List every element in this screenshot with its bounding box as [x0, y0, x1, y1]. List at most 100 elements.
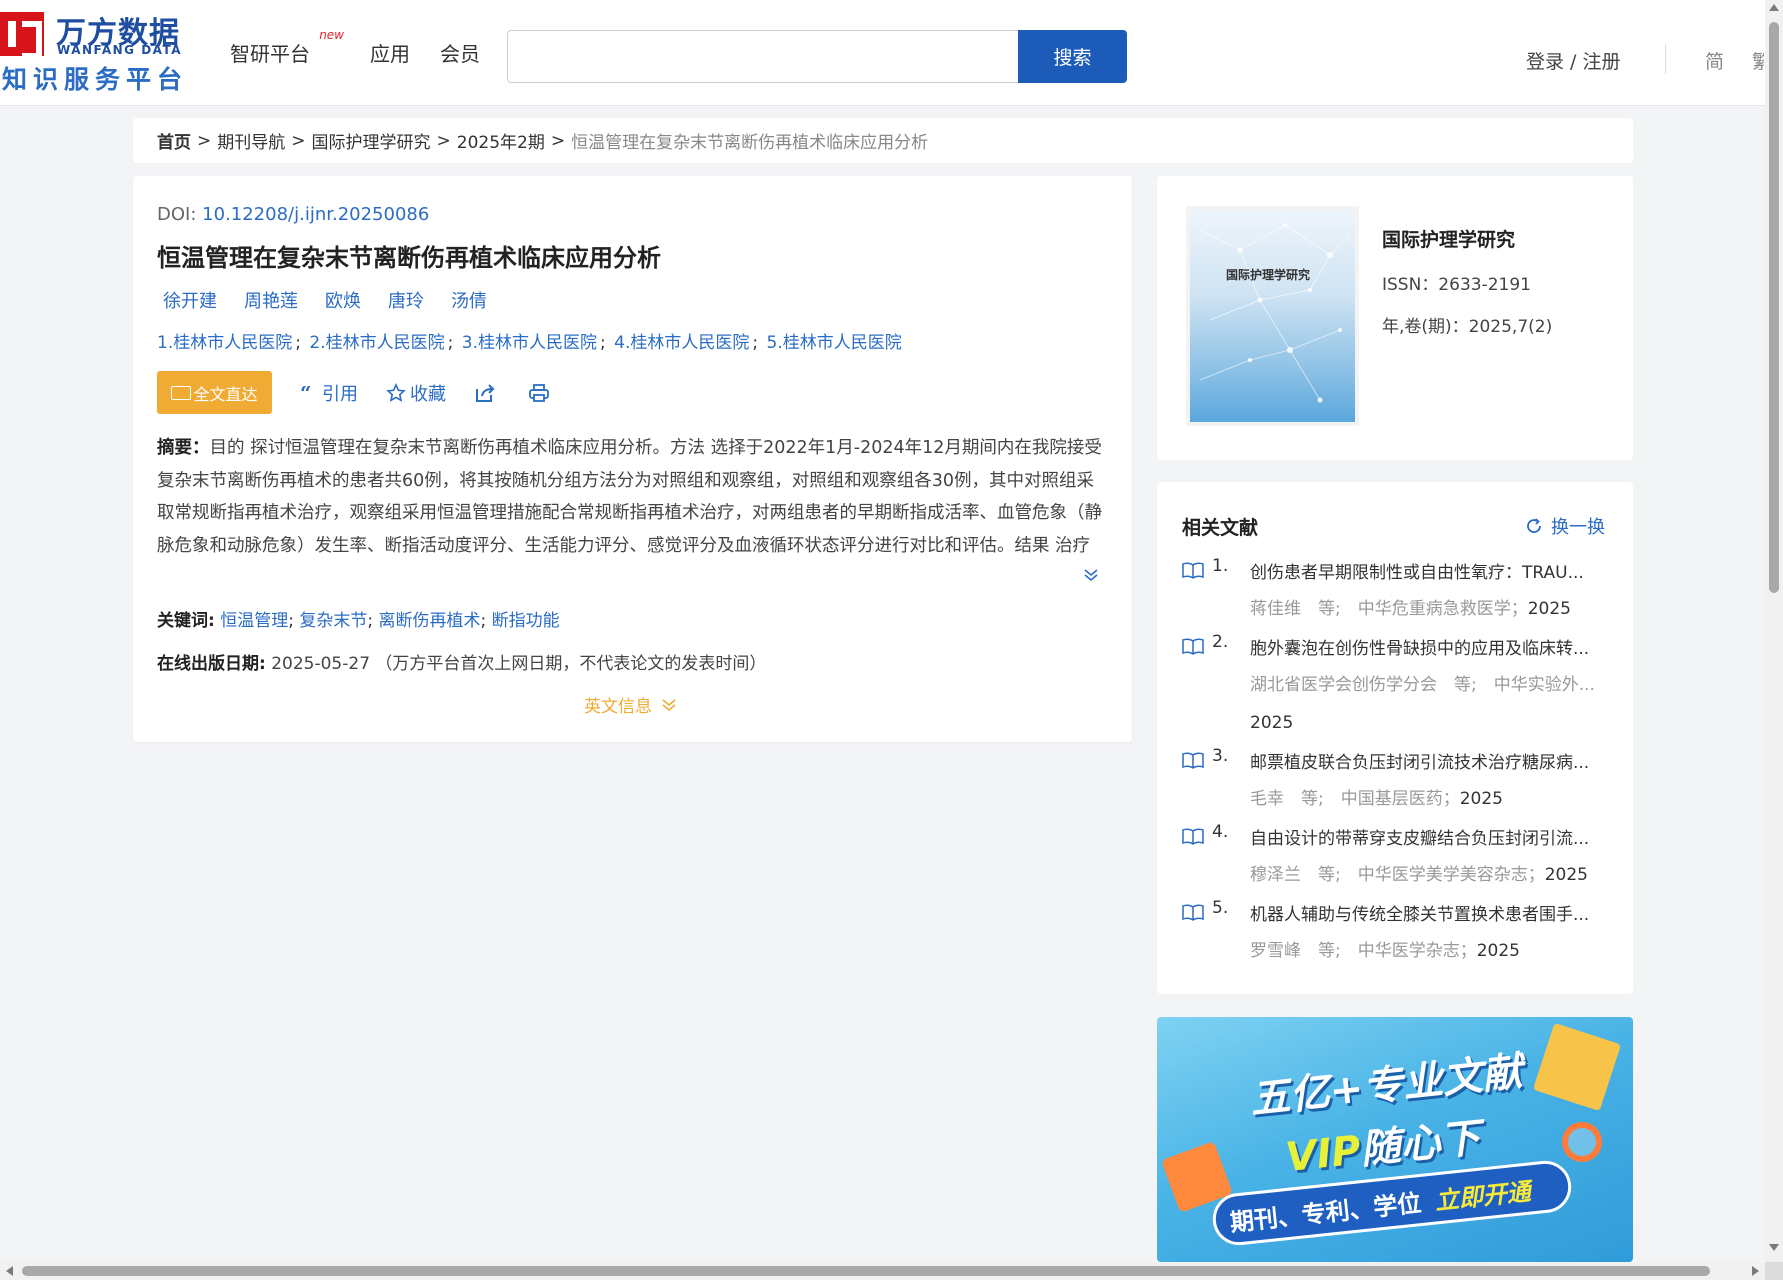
abstract: 摘要：目的 探讨恒温管理在复杂末节离断伤再植术临床应用分析。方法 选择于2022… — [157, 432, 1109, 562]
cover-title: 国际护理学研究 — [1226, 268, 1311, 282]
ad-open-label: 立即开通 — [1433, 1177, 1532, 1215]
affiliation-link[interactable]: 1.桂林市人民医院 — [157, 333, 292, 353]
affiliation-separator: ; — [295, 333, 301, 353]
breadcrumb-separator: > — [197, 130, 212, 151]
cite-button[interactable]: “ 引用 — [300, 380, 358, 406]
logo-subtitle: 知识服务平台 — [2, 65, 189, 94]
refresh-label: 换一换 — [1551, 517, 1605, 538]
journal-card: 国际护理学研究 国际护理学研究 ISSN：2633-2191 年,卷(期)：20… — [1157, 176, 1633, 460]
login-register-link[interactable]: 登录 / 注册 — [1526, 47, 1620, 74]
keyword-link[interactable]: 断指功能 — [492, 611, 560, 631]
affiliation-separator: ; — [752, 333, 759, 353]
related-item-meta: 穆泽兰 等; 中华医学美学美容杂志；2025 — [1250, 856, 1605, 894]
scroll-down-arrow-icon[interactable] — [1769, 1244, 1779, 1251]
scrollbar-corner — [1765, 1262, 1783, 1280]
nav-item-apps[interactable]: 应用 — [370, 38, 410, 67]
keyword-link[interactable]: 离断伤再植术 — [379, 611, 481, 631]
related-item-source: 湖北省医学会创伤学分会 等; 中华实验外... — [1250, 675, 1595, 695]
related-item-source: 罗雪峰 等; 中华医学杂志； — [1250, 941, 1477, 961]
breadcrumb-journal-nav[interactable]: 期刊导航 — [217, 128, 285, 153]
journal-cover[interactable]: 国际护理学研究 — [1190, 210, 1355, 422]
related-item-title[interactable]: 自由设计的带蒂穿支皮瓣结合负压封闭引流... — [1250, 822, 1605, 856]
main-nav: 智研平台 new 应用 会员 — [230, 28, 510, 67]
affiliation-link[interactable]: 4.桂林市人民医院 — [614, 333, 749, 353]
author-link[interactable]: 周艳莲 — [244, 287, 298, 313]
print-icon — [529, 383, 549, 402]
breadcrumb-separator: > — [550, 130, 566, 151]
affiliation-separator: ; — [447, 333, 454, 353]
related-item-title[interactable]: 机器人辅助与传统全膝关节置换术患者围手... — [1250, 898, 1605, 932]
breadcrumb-separator: > — [436, 130, 451, 151]
wanfang-logo[interactable]: 万方数据 WANFANG DATA 知识服务平台 — [0, 10, 195, 94]
breadcrumb-home[interactable]: 首页 — [157, 128, 191, 153]
ad-vip: VIP — [1283, 1127, 1364, 1182]
author-link[interactable]: 汤倩 — [451, 287, 487, 313]
breadcrumb-journal[interactable]: 国际护理学研究 — [312, 128, 431, 153]
author-link[interactable]: 徐开建 — [163, 287, 217, 313]
related-item-year: 2025 — [1459, 789, 1503, 809]
author-link[interactable]: 欧焕 — [325, 287, 361, 313]
related-item-number: 2. — [1212, 632, 1229, 652]
favorite-button[interactable]: 收藏 — [386, 380, 446, 406]
related-item-year: 2025 — [1527, 599, 1571, 619]
search-input[interactable] — [507, 30, 1019, 83]
share-button[interactable] — [474, 383, 500, 403]
related-item-year: 2025 — [1544, 865, 1588, 885]
author-link[interactable]: 唐玲 — [388, 287, 424, 313]
share-icon — [476, 383, 495, 402]
related-item-meta: 毛幸 等; 中国基层医药；2025 — [1250, 780, 1605, 818]
ad-pill-text: 期刊、专利、学位 — [1228, 1188, 1423, 1237]
lang-simplified-button[interactable]: 简 — [1705, 47, 1724, 74]
lang-traditional-button[interactable]: 繁 — [1752, 47, 1764, 74]
article-title: 恒温管理在复杂末节离断伤再植术临床应用分析 — [157, 244, 661, 272]
quote-icon: “ — [300, 386, 312, 400]
scroll-left-arrow-icon[interactable] — [6, 1266, 13, 1276]
author-list: 徐开建 周艳莲 欧焕 唐玲 汤倩 — [163, 287, 514, 313]
fulltext-button[interactable]: 全文直达 — [157, 371, 272, 414]
refresh-button[interactable]: 换一换 — [1525, 513, 1605, 539]
search-bar: 搜索 — [507, 30, 1127, 83]
affiliation-link[interactable]: 5.桂林市人民医院 — [767, 333, 902, 353]
related-item-title[interactable]: 邮票植皮联合负压封闭引流技术治疗糖尿病... — [1250, 746, 1605, 780]
search-button[interactable]: 搜索 — [1018, 30, 1127, 83]
nav-item-label: 智研平台 — [230, 42, 310, 66]
affiliation-link[interactable]: 3.桂林市人民医院 — [462, 333, 597, 353]
book-icon — [1182, 904, 1204, 921]
doi-label: DOI: — [157, 204, 197, 225]
star-icon — [386, 382, 406, 402]
scroll-right-arrow-icon[interactable] — [1752, 1266, 1759, 1276]
related-item-title[interactable]: 创伤患者早期限制性或自由性氧疗：TRAU... — [1250, 556, 1605, 590]
nav-item-zhiyan[interactable]: 智研平台 new — [230, 28, 344, 67]
top-header: 万方数据 WANFANG DATA 知识服务平台 智研平台 new 应用 会员 … — [0, 0, 1765, 106]
wanfang-logo-mark — [0, 12, 44, 59]
nav-item-membership[interactable]: 会员 — [440, 38, 480, 67]
article-actions: 全文直达 “ 引用 收藏 — [157, 371, 554, 414]
expand-abstract-icon[interactable] — [1083, 567, 1099, 586]
scroll-up-arrow-icon[interactable] — [1769, 4, 1779, 11]
pubdate-value: 2025-05-27 — [271, 654, 371, 674]
cover-network-graphic — [1199, 223, 1351, 403]
keyword-link[interactable]: 恒温管理 — [220, 611, 288, 631]
breadcrumb-separator: > — [291, 130, 306, 151]
print-button[interactable] — [528, 383, 554, 403]
nav-item-label: 应用 — [370, 42, 410, 66]
vertical-scroll-thumb[interactable] — [1769, 22, 1779, 593]
keyword-link[interactable]: 复杂末节 — [299, 611, 367, 631]
breadcrumb: 首页 > 期刊导航 > 国际护理学研究 > 2025年2期 > 恒温管理在复杂末… — [133, 118, 1633, 163]
keywords-label: 关键词: — [157, 611, 215, 631]
breadcrumb-issue[interactable]: 2025年2期 — [457, 128, 545, 153]
abstract-text: 目的 探讨恒温管理在复杂末节离断伤再植术临床应用分析。方法 选择于2022年1月… — [157, 438, 1102, 556]
vip-ad-banner[interactable]: 五亿+专业文献 VIP随心下 期刊、专利、学位 立即开通 — [1157, 1017, 1633, 1262]
online-pub-date: 在线出版日期: 2025-05-27 （万方平台首次上网日期，不代表论文的发表时… — [157, 649, 766, 674]
related-literature-card: 相关文献 换一换 1. 创伤患者早期限制性或自由性氧疗：TRAU... 蒋佳维 … — [1157, 482, 1633, 994]
related-item-title[interactable]: 胞外囊泡在创伤性骨缺损中的应用及临床转... — [1250, 632, 1605, 666]
affiliation-link[interactable]: 2.桂林市人民医院 — [309, 333, 444, 353]
doi-link[interactable]: 10.12208/j.ijnr.20250086 — [202, 204, 429, 225]
horizontal-scroll-thumb[interactable] — [22, 1266, 1710, 1276]
related-item-year: 2025 — [1250, 713, 1294, 733]
journal-name[interactable]: 国际护理学研究 — [1382, 225, 1515, 252]
english-info-toggle[interactable]: 英文信息 — [584, 692, 678, 717]
book-icon — [1182, 752, 1204, 769]
related-item-meta: 罗雪峰 等; 中华医学杂志；2025 — [1250, 932, 1605, 970]
refresh-icon — [1527, 518, 1541, 533]
